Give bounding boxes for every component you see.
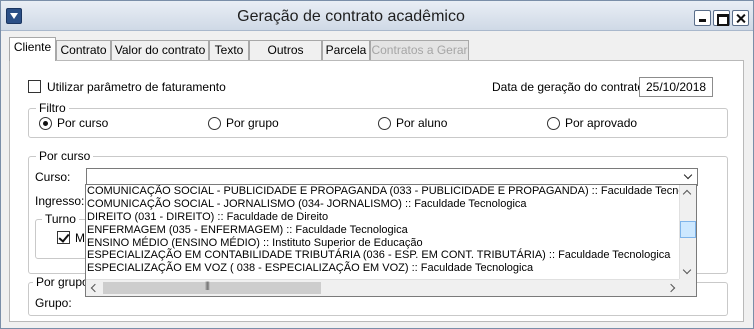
resize-grip [679,279,696,296]
date-label: Data de geração do contrato: [492,80,648,94]
minimize-icon[interactable] [694,10,711,26]
chevron-down-icon[interactable] [680,169,697,185]
tab-outros-dados[interactable]: Outros dados [249,40,322,76]
ingresso-label: Ingresso: [35,194,85,208]
contract-generation-window: Geração de contrato acadêmico Cliente Co… [0,0,754,329]
grupo-label: Grupo: [35,296,72,310]
window-title: Geração de contrato acadêmico [237,8,465,25]
curso-dropdown-list[interactable]: COMUNICAÇÃO SOCIAL - PUBLICIDADE E PROPA… [85,184,697,297]
tab-parcela[interactable]: Parcela [322,40,370,61]
tab-valor-do-contrato[interactable]: Valor do contrato [111,40,209,61]
contract-date-field[interactable]: 25/10/2018 [639,77,713,97]
scroll-down-icon[interactable] [682,265,692,275]
horizontal-scroll-thumb[interactable] [103,280,321,294]
radio-por-grupo-label: Por grupo [226,116,279,130]
radio-por-aluno[interactable] [378,117,391,130]
radio-por-grupo[interactable] [208,117,221,130]
scroll-up-icon[interactable] [682,189,692,199]
list-item[interactable]: COMUNICAÇÃO SOCIAL - JORNALISMO (034- JO… [86,198,680,211]
scroll-right-icon[interactable] [666,283,676,293]
turno-title: Turno [42,212,79,226]
close-icon[interactable] [732,10,749,26]
list-item[interactable]: ESPECIALIZAÇÃO EM CONTABILIDADE TRIBUTÁR… [86,249,680,262]
tab-texto[interactable]: Texto [209,40,249,61]
vertical-scrollbar[interactable] [679,185,696,279]
list-item[interactable]: COMUNICAÇÃO SOCIAL - PUBLICIDADE E PROPA… [86,185,680,198]
list-item[interactable]: ENFERMAGEM (035 - ENFERMAGEM) :: Faculda… [86,224,680,237]
use-billing-checkbox[interactable] [28,80,41,93]
list-item[interactable]: ESPECIALIZAÇÃO EM VOZ ( 038 - ESPECIALIZ… [86,262,680,275]
turno-checkbox[interactable] [57,231,70,244]
filtro-group: Filtro Por curso Por grupo Por aluno Por… [28,101,728,138]
maximize-icon[interactable] [713,10,730,26]
dropdown-items: COMUNICAÇÃO SOCIAL - PUBLICIDADE E PROPA… [86,185,680,279]
por-curso-title: Por curso [36,149,94,163]
scroll-left-icon[interactable] [90,283,100,293]
curso-label: Curso: [35,170,71,184]
list-item[interactable]: DIREITO (031 - DIREITO) :: Faculdade de … [86,211,680,224]
tab-contratos-a-gerar: Contratos a Gerar [370,40,469,61]
radio-por-aprovado[interactable] [547,117,560,130]
filtro-title: Filtro [36,101,69,115]
tab-cliente[interactable]: Cliente [9,37,56,61]
radio-por-curso-label: Por curso [57,116,109,130]
radio-por-aprovado-label: Por aprovado [565,116,638,130]
radio-por-curso[interactable] [39,117,52,130]
vertical-scroll-thumb[interactable] [680,221,696,238]
use-billing-label: Utilizar parâmetro de faturamento [47,80,226,94]
por-grupo-title: Por grupo [33,275,92,289]
radio-por-aluno-label: Por aluno [396,116,448,130]
list-item[interactable]: ENSINO MÉDIO (ENSINO MÉDIO) :: Instituto… [86,237,680,250]
tab-contrato[interactable]: Contrato [56,40,111,61]
horizontal-scrollbar[interactable] [86,279,680,296]
title-bar[interactable]: Geração de contrato acadêmico [1,1,753,31]
